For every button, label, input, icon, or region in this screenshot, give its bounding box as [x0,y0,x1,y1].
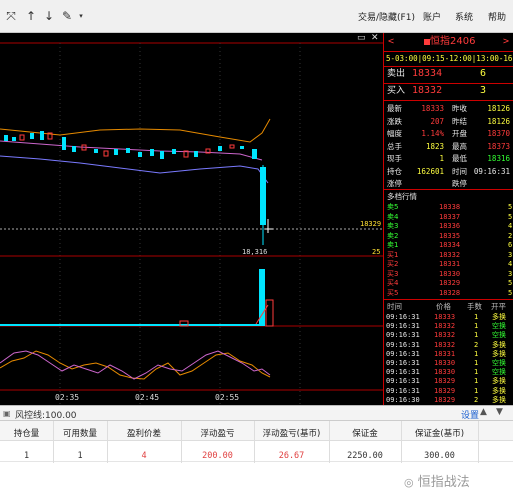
close-icon[interactable]: ✕ [371,33,379,43]
grid-header[interactable]: 保证金(基币) [401,427,478,439]
grid-cell: 4 [141,451,147,461]
candles [4,131,273,245]
risk-line-label: 风控线:100.00 [15,411,77,421]
grid-header[interactable]: 浮动盈亏 [181,427,254,439]
tick-row: 09:16:31 18331 1 多换 [386,349,506,358]
grid-cell: 26.67 [278,451,305,461]
grid-header[interactable]: 盈利价差 [107,427,181,439]
tick-row: 09:16:31 18332 1 空换 [386,331,506,340]
grid-header[interactable]: 可用数量 [53,427,107,439]
volume-bars [0,269,274,327]
grid-header[interactable]: 持仓量 [0,427,53,439]
depth-level[interactable]: 买4 18329 5 [384,279,513,289]
scroll-down-icon[interactable]: ▼ [496,407,503,417]
quote-stat-row: 幅度 1.14% 开盘 18370 [387,129,510,138]
depth-level[interactable]: 买3 18330 3 [384,270,513,280]
dropdown-icon[interactable]: ▾ [74,9,88,23]
tick-row: 09:16:31 18329 1 多换 [386,377,506,386]
depth-level[interactable]: 买1 18332 3 [384,251,513,261]
contract-header: < 恒指2406 > [384,35,513,51]
menu-account[interactable]: 账户 [423,10,441,23]
arrow-up-icon[interactable]: ↑ [24,9,38,23]
scroll-up-icon[interactable]: ▲ [480,407,487,417]
depth-title: 多档行情 [387,192,417,201]
toolbar: ⤧ ↑ ↓ ✎ ▾ 交易/隐藏(F1) 账户 系统 帮助 [0,0,513,33]
quote-stat-row: 涨跌 207 昨结 18126 [387,116,510,126]
depth-level[interactable]: 卖5 18338 5 [384,203,513,213]
ask-row[interactable]: 卖出 18334 6 [384,67,513,83]
bid-row[interactable]: 买入 18332 3 [384,84,513,100]
menu-help[interactable]: 帮助 [488,10,506,23]
tick-row: 09:16:31 18330 1 空换 [386,359,506,367]
depth-level[interactable]: 卖3 18336 4 [384,222,513,232]
tick-row: 09:16:31 18332 1 空换 [386,322,506,331]
depth-level[interactable]: 买2 18331 4 [384,260,513,270]
time-axis-label: 02:55 [215,393,240,402]
quote-stat-row: 现手 1 最低 18316 [387,154,510,163]
volume-scale-label: 25 [372,248,381,256]
crosshair-icon[interactable]: ⤧ [4,9,18,23]
depth-level[interactable]: 卖2 18335 2 [384,232,513,242]
prev-contract-button[interactable]: < [388,35,394,49]
menu-system[interactable]: 系统 [455,10,473,23]
wechat-icon: ◎ [404,476,414,489]
quote-panel: < 恒指2406 > 5-03:00|09:15-12:00|13:00-16:… [383,33,513,405]
depth-level[interactable]: 买5 18328 5 [384,289,513,299]
arrow-down-icon[interactable]: ↓ [42,9,56,23]
grid-cell: 300.00 [424,451,455,461]
risk-bar: ▣ 风控线:100.00 设置 ▲ ▼ [0,405,513,421]
grid-cell: 200.00 [202,451,233,461]
trading-sessions: 5-03:00|09:15-12:00|13:00-16:3 [386,54,513,63]
next-contract-button[interactable]: > [503,35,509,49]
time-axis-label: 02:45 [135,393,160,402]
low-price-label: 18,316 [242,248,268,256]
window-minimize-icon[interactable]: ▭ [357,33,366,43]
quote-stat-row: 持仓 162601 时间 09:16:31 [387,166,510,176]
tick-row: 09:16:30 18329 2 多换 [386,395,506,404]
grid-cell: 1 [23,451,30,461]
tick-row: 09:16:31 18333 1 多换 [386,313,506,321]
grid-header[interactable]: 浮动盈亏(基币) [254,427,329,439]
tick-row: 09:16:31 18332 2 多换 [386,340,506,349]
tick-row: 09:16:31 18330 1 空换 [386,368,506,377]
ticks-header: 时间 价格 手数 开平 [387,302,506,311]
depth-level[interactable]: 卖1 18334 6 [384,241,513,251]
watermark: ◎ 恒指战法 [404,475,470,490]
contract-name[interactable]: 恒指2406 [430,35,475,49]
pencil-icon[interactable]: ✎ [60,9,74,23]
grid-cell: 1 [77,451,83,461]
time-axis-label: 02:35 [55,393,80,402]
grid-header[interactable]: 保证金 [329,427,401,439]
grid-divider [478,421,479,463]
settings-link[interactable]: 设置 [461,408,479,421]
quote-stat-row: 总手 1823 最高 18373 [387,141,510,151]
price-line-label: 18329 [360,220,382,228]
tick-row: 09:16:31 18329 1 多换 [386,386,506,395]
risk-icon: ▣ [3,409,11,418]
menu-trade[interactable]: 交易/隐藏(F1) [358,10,415,23]
depth-level[interactable]: 卖4 18337 5 [384,213,513,223]
chart-area[interactable]: 18329 18,316 25 02:35 02:45 02:55 ▭ ✕ [0,33,383,405]
quote-stat-row: 涨停 跌停 [387,179,467,188]
kline-chart [0,42,383,405]
quote-stat-row: 最新 18333 昨收 18126 [387,104,510,113]
grid-cell: 2250.00 [347,451,383,461]
